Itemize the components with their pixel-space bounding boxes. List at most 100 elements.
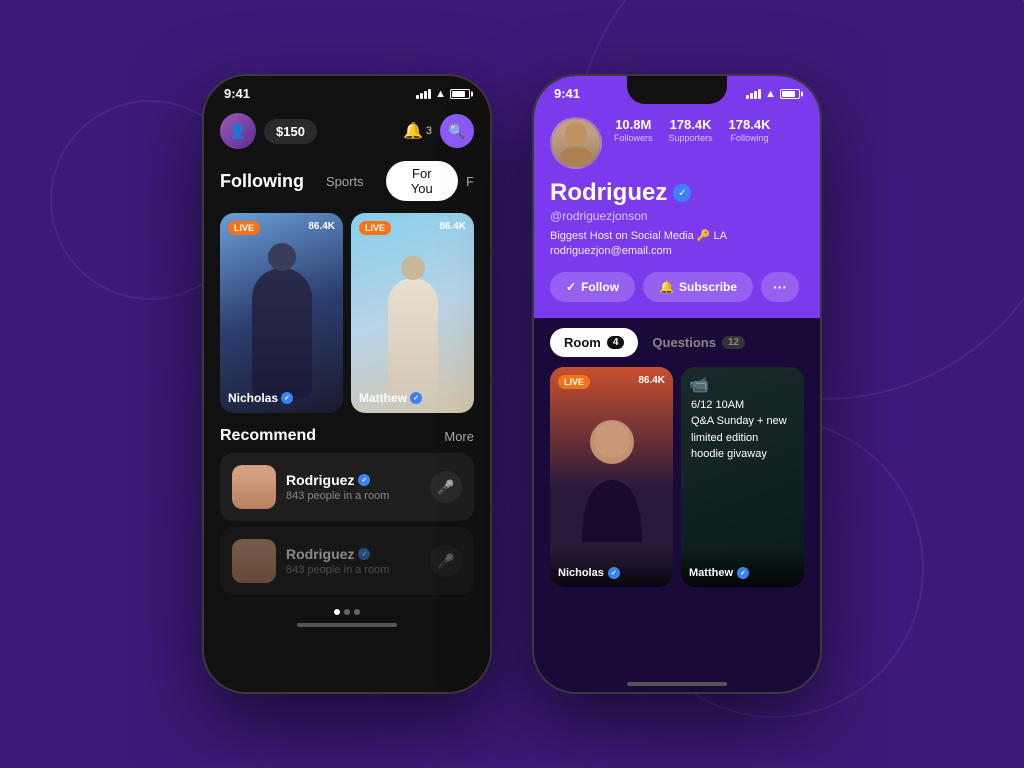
- card-bg-2: [351, 213, 474, 413]
- card1-name-bar: Nicholas ✓: [550, 547, 673, 587]
- profile-header: 10.8M Followers 178.4K Supporters 178.4K…: [534, 105, 820, 318]
- stat-following: 178.4K Following: [729, 117, 771, 143]
- mic-icon-1[interactable]: 🎤: [430, 471, 462, 503]
- profile-stats: 10.8M Followers 178.4K Supporters 178.4K…: [614, 117, 804, 143]
- live-count-2: 86.4K: [439, 221, 466, 232]
- phones-container: 9:41 ▲ 👤: [202, 74, 822, 694]
- recommend-card-1[interactable]: Rodriguez ✓ 843 people in a room 🎤: [220, 453, 474, 521]
- followers-label: Followers: [614, 133, 653, 143]
- signal-icon-1: [416, 89, 431, 99]
- verified-badge-rec: ✓: [358, 474, 370, 486]
- check-icon: ✓: [566, 280, 576, 294]
- profile-name-row: Rodriguez ✓: [550, 179, 804, 207]
- recommend-title: Recommend: [220, 427, 316, 445]
- profile-top: 10.8M Followers 178.4K Supporters 178.4K…: [550, 117, 804, 169]
- live-count-1: 86.4K: [308, 221, 335, 232]
- recommend-info-1: Rodriguez ✓ 843 people in a room: [286, 472, 420, 502]
- verified-badge-rec2: ✓: [358, 548, 370, 560]
- verified-badge-profile: ✓: [673, 184, 691, 202]
- recommend-sub-1: 843 people in a room: [286, 490, 420, 502]
- more-options-button[interactable]: ···: [761, 272, 799, 302]
- dot-1: [334, 609, 340, 615]
- stat-supporters: 178.4K Supporters: [669, 117, 713, 143]
- live-name-matthew: Matthew ✓: [359, 391, 422, 405]
- wifi-icon-2: ▲: [765, 88, 776, 100]
- recommend-avatar-1: [232, 465, 276, 509]
- live-badge-card1: LIVE: [558, 375, 590, 389]
- recommend-section: Recommend More Rodriguez ✓ 843 people in…: [204, 419, 490, 599]
- status-time-1: 9:41: [224, 86, 250, 101]
- verified-card2: ✓: [737, 567, 749, 579]
- supporters-value: 178.4K: [669, 117, 713, 132]
- subscribe-button[interactable]: 🔔 Subscribe: [643, 272, 753, 302]
- follow-button[interactable]: ✓ Follow: [550, 272, 635, 302]
- content-grid: LIVE 86.4K Nicholas ✓ 📹 6/12 10AM Q&A S: [534, 367, 820, 674]
- recommend-sub-2: 843 people in a room: [286, 564, 420, 576]
- figure-2: [388, 278, 438, 398]
- avatar-placeholder-1: 👤: [220, 113, 256, 149]
- live-grid: LIVE 86.4K Nicholas ✓ LIVE 86.4K Matthew: [204, 207, 490, 419]
- card-bg-1: [220, 213, 343, 413]
- live-name-nicholas: Nicholas ✓: [228, 391, 293, 405]
- live-card-nicholas[interactable]: LIVE 86.4K Nicholas ✓: [220, 213, 343, 413]
- recommend-header: Recommend More: [220, 427, 474, 445]
- verified-badge-1: ✓: [281, 392, 293, 404]
- recommend-name-1: Rodriguez ✓: [286, 472, 420, 488]
- recommend-card-2: Rodriguez ✓ 843 people in a room 🎤: [220, 527, 474, 595]
- card1-content: LIVE 86.4K Nicholas ✓: [550, 367, 673, 587]
- wifi-icon-1: ▲: [435, 88, 446, 100]
- profile-name: Rodriguez: [550, 179, 667, 207]
- home-indicator-1: [297, 623, 397, 627]
- tab-room[interactable]: Room 4: [550, 328, 638, 357]
- room-badge: 4: [607, 336, 625, 349]
- more-button[interactable]: More: [444, 429, 474, 444]
- live-badge-2: LIVE: [359, 221, 391, 235]
- phone-2: 9:41 ▲: [532, 74, 822, 694]
- profile-actions: ✓ Follow 🔔 Subscribe ···: [550, 272, 804, 302]
- figure-1: [252, 268, 312, 398]
- tab-sports[interactable]: Sports: [312, 169, 378, 194]
- signal-icon-2: [746, 89, 761, 99]
- notification-button[interactable]: 🔔 3: [403, 121, 432, 141]
- profile-handle: @rodriguezjonson: [550, 209, 804, 223]
- profile-avatar[interactable]: [550, 117, 602, 169]
- recommend-avatar-2: [232, 539, 276, 583]
- home-indicator-2: [627, 682, 727, 686]
- notch-2: [627, 76, 727, 104]
- tab-overflow: F: [466, 174, 474, 189]
- battery-icon-2: [780, 89, 800, 99]
- bell-icon-sub: 🔔: [659, 280, 674, 294]
- verified-card1: ✓: [608, 567, 620, 579]
- phone1-header: 👤 $150 🔔 3 🔍: [204, 105, 490, 153]
- live-badge-1: LIVE: [228, 221, 260, 235]
- avatar-1[interactable]: 👤: [220, 113, 256, 149]
- live-count-card1: 86.4K: [638, 375, 665, 386]
- following-title: Following: [220, 171, 304, 192]
- content-card-matthew[interactable]: 📹 6/12 10AM Q&A Sunday + new limited edi…: [681, 367, 804, 587]
- search-button[interactable]: 🔍: [440, 114, 474, 148]
- recommend-name-2: Rodriguez ✓: [286, 546, 420, 562]
- followers-value: 10.8M: [614, 117, 653, 132]
- notif-count: 3: [426, 125, 432, 137]
- profile-bio: Biggest Host on Social Media 🔑 LA rodrig…: [550, 229, 804, 260]
- content-card-nicholas[interactable]: LIVE 86.4K Nicholas ✓: [550, 367, 673, 587]
- video-icon: 📹: [689, 375, 709, 395]
- tab-questions[interactable]: Questions 12: [638, 328, 759, 357]
- search-icon: 🔍: [448, 123, 465, 140]
- notch-1: [297, 76, 397, 104]
- status-icons-1: ▲: [416, 88, 470, 100]
- dot-3: [354, 609, 360, 615]
- dot-2: [344, 609, 350, 615]
- following-value: 178.4K: [729, 117, 771, 132]
- mic-icon-2: 🎤: [430, 545, 462, 577]
- tabs-row: Room 4 Questions 12: [534, 318, 820, 367]
- status-time-2: 9:41: [554, 86, 580, 101]
- battery-icon-1: [450, 89, 470, 99]
- questions-badge: 12: [722, 336, 745, 349]
- live-card-matthew[interactable]: LIVE 86.4K Matthew ✓: [351, 213, 474, 413]
- page-dots: [204, 609, 490, 615]
- tab-for-you[interactable]: For You: [386, 161, 458, 201]
- stat-followers: 10.8M Followers: [614, 117, 653, 143]
- balance-display: $150: [264, 119, 317, 144]
- profile-avatar-face: [552, 119, 600, 167]
